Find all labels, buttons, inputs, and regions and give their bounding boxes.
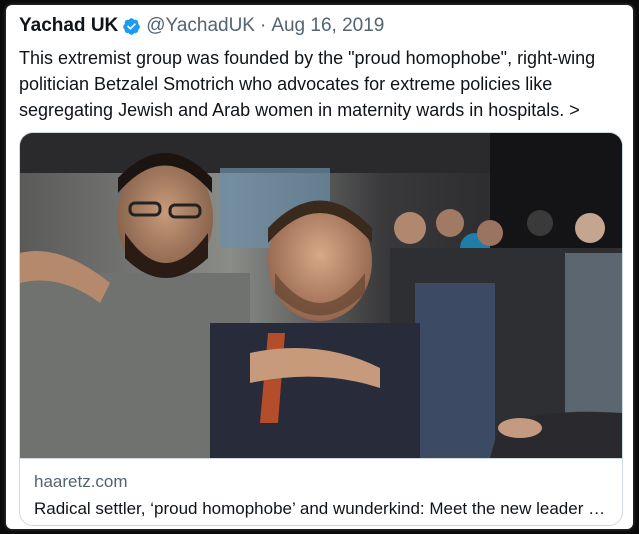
link-preview-image[interactable] <box>20 133 622 458</box>
screenshot-frame: Yachad UK @YachadUK · Aug 16, 2019 This … <box>0 0 639 534</box>
header-separator: · <box>259 15 267 36</box>
tweet-header: Yachad UK @YachadUK · Aug 16, 2019 <box>19 14 384 38</box>
tweet-text: This extremist group was founded by the … <box>19 48 596 120</box>
verified-badge-icon <box>122 17 141 36</box>
tweet-card[interactable]: Yachad UK @YachadUK · Aug 16, 2019 This … <box>6 5 633 529</box>
link-title[interactable]: Radical settler, ‘proud homophobe’ and w… <box>34 499 614 519</box>
author-handle[interactable]: @YachadUK <box>146 14 255 38</box>
author-name[interactable]: Yachad UK <box>19 14 118 38</box>
tweet-date[interactable]: Aug 16, 2019 <box>271 14 384 38</box>
link-domain: haaretz.com <box>34 472 128 491</box>
link-preview-card[interactable]: haaretz.com Radical settler, ‘proud homo… <box>19 132 623 526</box>
link-preview-footer[interactable]: haaretz.com Radical settler, ‘proud homo… <box>20 458 622 525</box>
